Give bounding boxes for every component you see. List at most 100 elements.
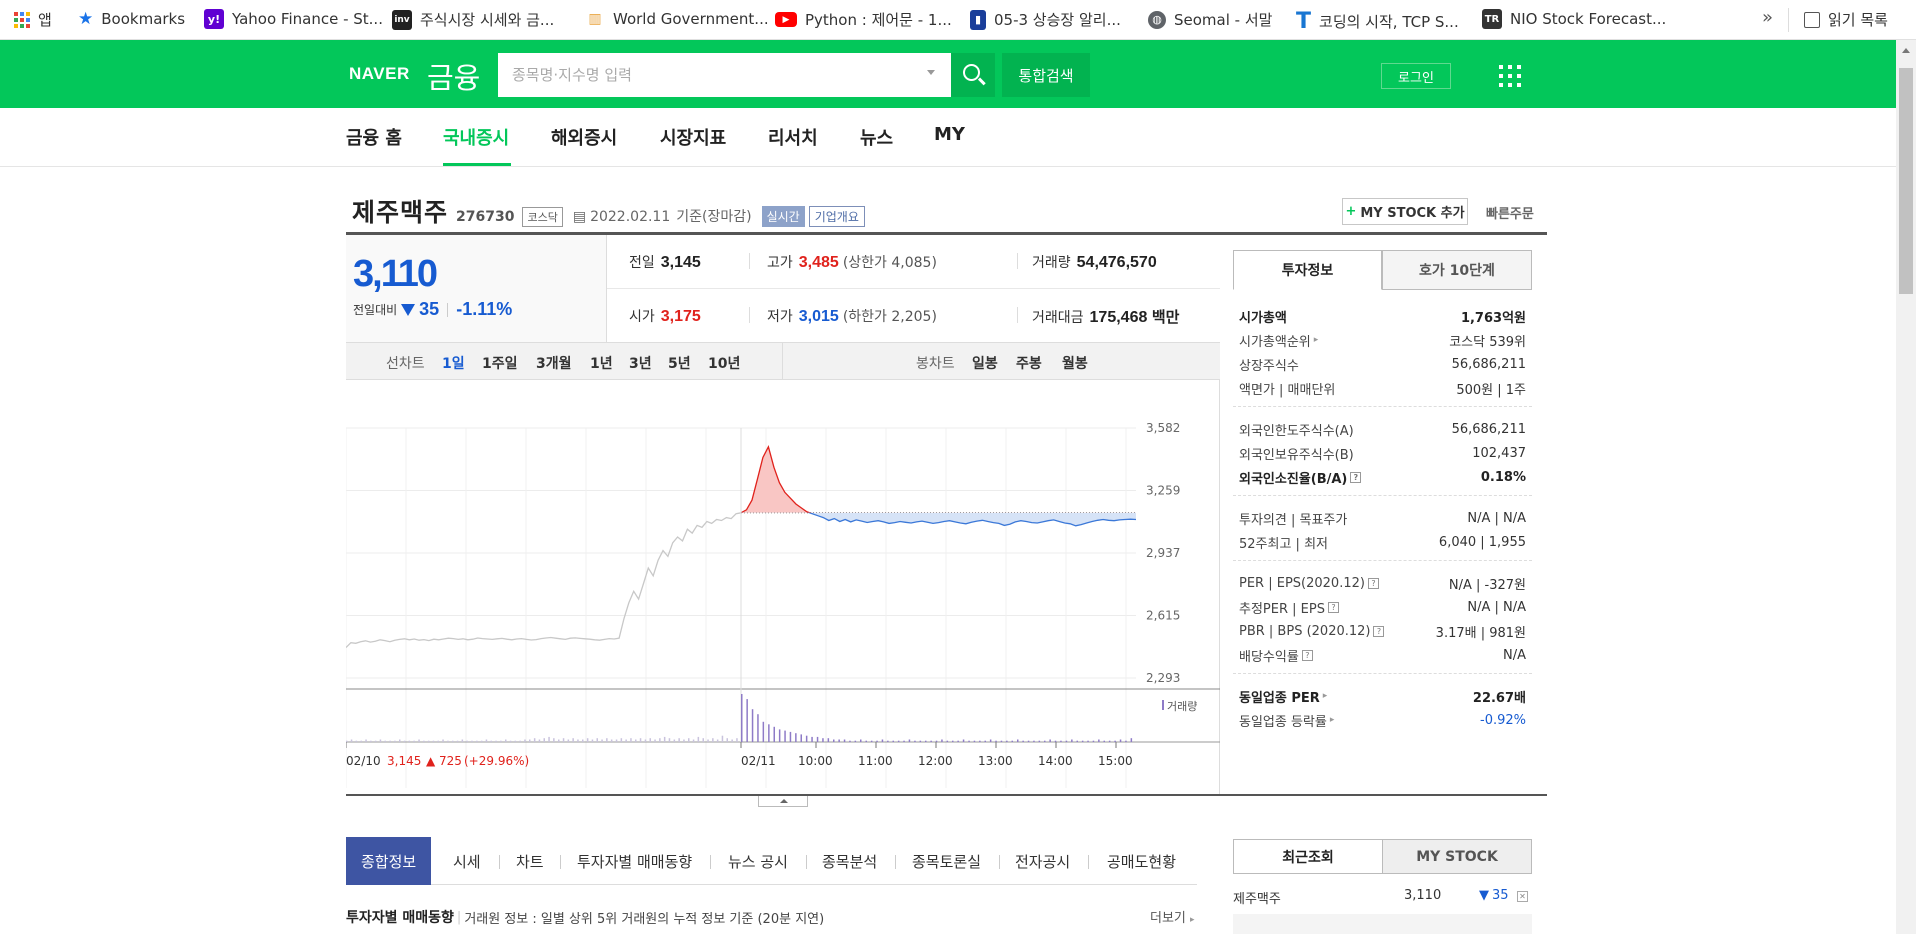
price-change: 전일대비 35 -1.11% [353,299,512,320]
info-value: 0.18% [1480,469,1526,485]
quote-summary: 전일 3,145 고가 3,485 (상한가 4,085) 거래량 54,476,570… [607,235,1220,342]
day-high: 고가 3,485 (상한가 4,085) [767,254,937,271]
naver-logo[interactable]: NAVER [349,64,410,84]
close-icon[interactable]: ✕ [1517,891,1528,902]
tab-summary[interactable]: 종합정보 [346,837,432,885]
help-icon[interactable]: ? [1373,625,1385,637]
bookmark-worldgov[interactable]: ▥ World Government... [585,9,769,29]
collapse-chart-button[interactable] [758,796,808,807]
down-arrow-icon: ▼ [1479,888,1489,903]
range-1w[interactable]: 1주일 [482,353,518,373]
reading-list-button[interactable]: 읽기 목록 [1804,9,1888,30]
total-search-button[interactable]: 통합검색 [1002,53,1090,97]
bookmark-apps[interactable]: 앱 [14,9,52,30]
search-input[interactable] [512,53,912,97]
scroll-thumb[interactable] [1899,68,1913,294]
range-1y[interactable]: 1년 [590,353,613,373]
volume-bar [1098,739,1100,742]
scroll-up-arrow-icon[interactable] [1902,48,1910,53]
info-row: 시가총액 1,763억원 [1239,304,1526,328]
bookmark-seomal[interactable]: ◍ Seomal - 서말 [1148,9,1272,30]
bookmark-label: 05-3 상승장 알리... [994,11,1121,29]
volume-bar [379,739,382,742]
nav-news[interactable]: 뉴스 [860,124,893,150]
bookmark-label: World Government... [613,10,769,28]
range-3m[interactable]: 3개월 [536,353,572,373]
help-icon[interactable]: ? [1301,649,1313,661]
price-chart[interactable]: 3,582 3,259 2,937 2,615 2,293 거래량 02/11 10:00 11… [345,380,1220,794]
nav-my[interactable]: MY [934,124,965,145]
volume-bar [1071,739,1073,742]
info-row[interactable]: 동일업종 등락률 ▸ -0.92% [1239,708,1526,732]
more-link[interactable]: 더보기 ▸ [1150,907,1195,926]
bookmarks-more-button[interactable]: » [1762,7,1773,28]
range-3y[interactable]: 3년 [629,353,652,373]
bookmark-yahoo[interactable]: y! Yahoo Finance - St... [204,9,383,29]
candle-weekly[interactable]: 주봉 [1016,353,1042,373]
chevron-right-icon: ▸ [1190,915,1195,925]
candle-monthly[interactable]: 월봉 [1062,353,1088,373]
candle-daily[interactable]: 일봉 [972,353,998,373]
info-value: N/A | -327원 [1448,577,1526,593]
nav-finance-home[interactable]: 금융 홈 [346,124,402,150]
bookmark-tcp[interactable]: T 코딩의 시작, TCP S... [1296,9,1459,34]
volume-bar [1103,740,1105,742]
login-button[interactable]: 로그인 [1381,63,1451,89]
add-mystock-button[interactable]: + MY STOCK 추가 [1342,198,1468,225]
volume-bar [697,736,700,742]
nav-domestic[interactable]: 국내증시 [443,124,509,150]
youtube-icon: ▶ [775,12,797,27]
tab-discussion[interactable]: 종목토론실 [912,837,981,885]
volume-bar [1054,740,1057,742]
bookmark-bookmarks[interactable]: ★ Bookmarks [78,9,185,29]
info-row[interactable]: 동일업종 PER ▸ 22.67배 [1239,684,1526,708]
volume-bar [881,739,884,742]
tab-price[interactable]: 시세 [453,837,481,885]
nav-market-index[interactable]: 시장지표 [660,124,726,150]
tr-icon: TR [1482,9,1502,29]
info-row[interactable]: 시가총액순위 ▸ 코스닥 539위 [1239,328,1526,352]
app-grid-icon[interactable] [1499,65,1521,87]
divider [999,855,1000,869]
nav-overseas[interactable]: 해외증시 [551,124,617,150]
finance-logo[interactable]: 금융 [427,55,480,97]
live-badge[interactable]: 실시간 [761,206,805,227]
bookmark-book[interactable]: ▮ 05-3 상승장 알리... [970,9,1121,30]
tab-mystock[interactable]: MY STOCK [1382,839,1532,874]
investment-info-list: 시가총액 1,763억원 시가총액순위 ▸ 코스닥 539위 상장주식수 56,686,21… [1233,300,1532,744]
help-icon[interactable]: ? [1327,601,1339,613]
range-10y[interactable]: 10년 [708,353,740,373]
nav-research[interactable]: 리서치 [768,124,818,150]
range-5y[interactable]: 5년 [668,353,691,373]
volume-bar [635,739,637,742]
corp-overview-button[interactable]: 기업개요 [808,206,865,227]
bookmark-youtube[interactable]: ▶ Python : 제어문 - 1... [775,9,952,30]
tab-investor-trading[interactable]: 투자자별 매매동향 [577,837,692,885]
recent-item[interactable]: 제주맥주 3,110 ▼ 35 ✕ [1233,886,1532,908]
bookmark-investing[interactable]: inv 주식시장 시세와 금... [392,9,554,30]
tab-short-selling[interactable]: 공매도현황 [1107,837,1176,885]
current-price: 3,110 [353,253,438,295]
tab-news[interactable]: 뉴스 공시 [728,837,788,885]
help-icon[interactable]: ? [1350,471,1362,483]
bookmark-nio[interactable]: TR NIO Stock Forecast... [1482,9,1666,29]
info-group: PER | EPS(2020.12)? N/A | -327원 추정PER | EP… [1233,567,1532,674]
tab-chart[interactable]: 차트 [516,837,544,885]
tab-disclosure[interactable]: 전자공시 [1015,837,1070,885]
volume-bar [509,740,512,742]
info-value: 3.17배 | 981원 [1435,625,1526,641]
quick-order-button[interactable]: 빠른주문 [1486,203,1534,222]
tcp-icon: T [1296,9,1312,34]
search-dropdown-icon[interactable] [927,70,935,75]
tab-investment-info[interactable]: 투자정보 [1233,250,1382,290]
help-icon[interactable]: ? [1367,577,1379,589]
prev-close: 전일 3,145 [629,254,701,271]
range-1d[interactable]: 1일 [442,353,465,373]
tab-analysis[interactable]: 종목분석 [822,837,877,885]
volume-bar [403,740,406,742]
tab-recent[interactable]: 최근조회 [1233,839,1383,874]
search-button[interactable] [951,53,995,97]
tab-order-book[interactable]: 호가 10단계 [1382,250,1532,290]
volume-bar [558,739,560,742]
volume-bar [903,740,905,742]
